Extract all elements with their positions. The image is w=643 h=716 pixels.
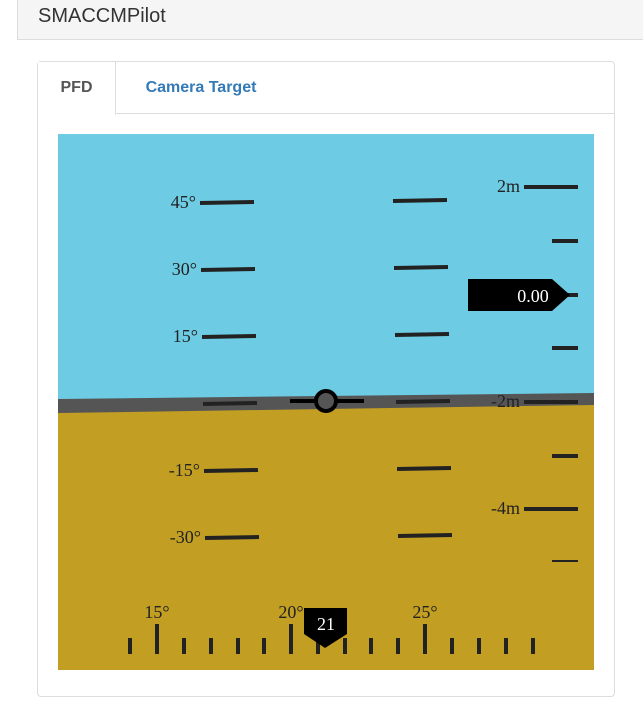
tab-pfd[interactable]: PFD — [38, 62, 116, 115]
pitch-tick-right — [395, 399, 451, 404]
altitude-label: -4m — [491, 498, 520, 518]
altitude-label: 2m — [497, 176, 520, 196]
heading-label: 20° — [278, 602, 303, 622]
pitch-tick-right — [392, 198, 448, 203]
pitch-label: -30° — [170, 527, 201, 547]
pitch-tick — [204, 535, 260, 540]
pitch-tick-right — [393, 265, 449, 270]
tab-panel: PFD Camera Target 45° 30° 15° -15° -30° … — [37, 61, 615, 697]
pitch-label: 45° — [171, 192, 196, 212]
aircraft-center — [314, 389, 338, 413]
pitch-tick-right — [397, 533, 453, 538]
primary-flight-display: 45° 30° 15° -15° -30° 2m -2m -4m 0.00 15… — [58, 134, 594, 670]
pitch-label: 15° — [173, 326, 198, 346]
altitude-pointer: 0.00 — [468, 279, 570, 311]
pitch-tick — [202, 401, 258, 406]
pitch-label: -15° — [169, 460, 200, 480]
altitude-label: -2m — [491, 391, 520, 411]
pitch-tick-right — [396, 466, 452, 471]
pitch-label: 30° — [172, 259, 197, 279]
pitch-tick — [199, 200, 255, 205]
altitude-readout: 0.00 — [517, 286, 549, 306]
heading-readout: 21 — [317, 614, 335, 634]
pitch-tick — [200, 267, 256, 272]
pitch-tick — [203, 468, 259, 473]
pfd-canvas: 45° 30° 15° -15° -30° 2m -2m -4m 0.00 15… — [58, 134, 594, 670]
app-title: SMACCMPilot — [38, 5, 166, 27]
app-header: SMACCMPilot — [17, 0, 643, 40]
pitch-tick-right — [394, 332, 450, 337]
heading-label: 15° — [144, 602, 169, 622]
heading-label: 25° — [412, 602, 437, 622]
tab-camera-target[interactable]: Camera Target — [138, 62, 264, 114]
tab-bar: PFD Camera Target — [38, 62, 614, 115]
pfd-sky — [58, 134, 594, 404]
pitch-tick — [201, 334, 257, 339]
